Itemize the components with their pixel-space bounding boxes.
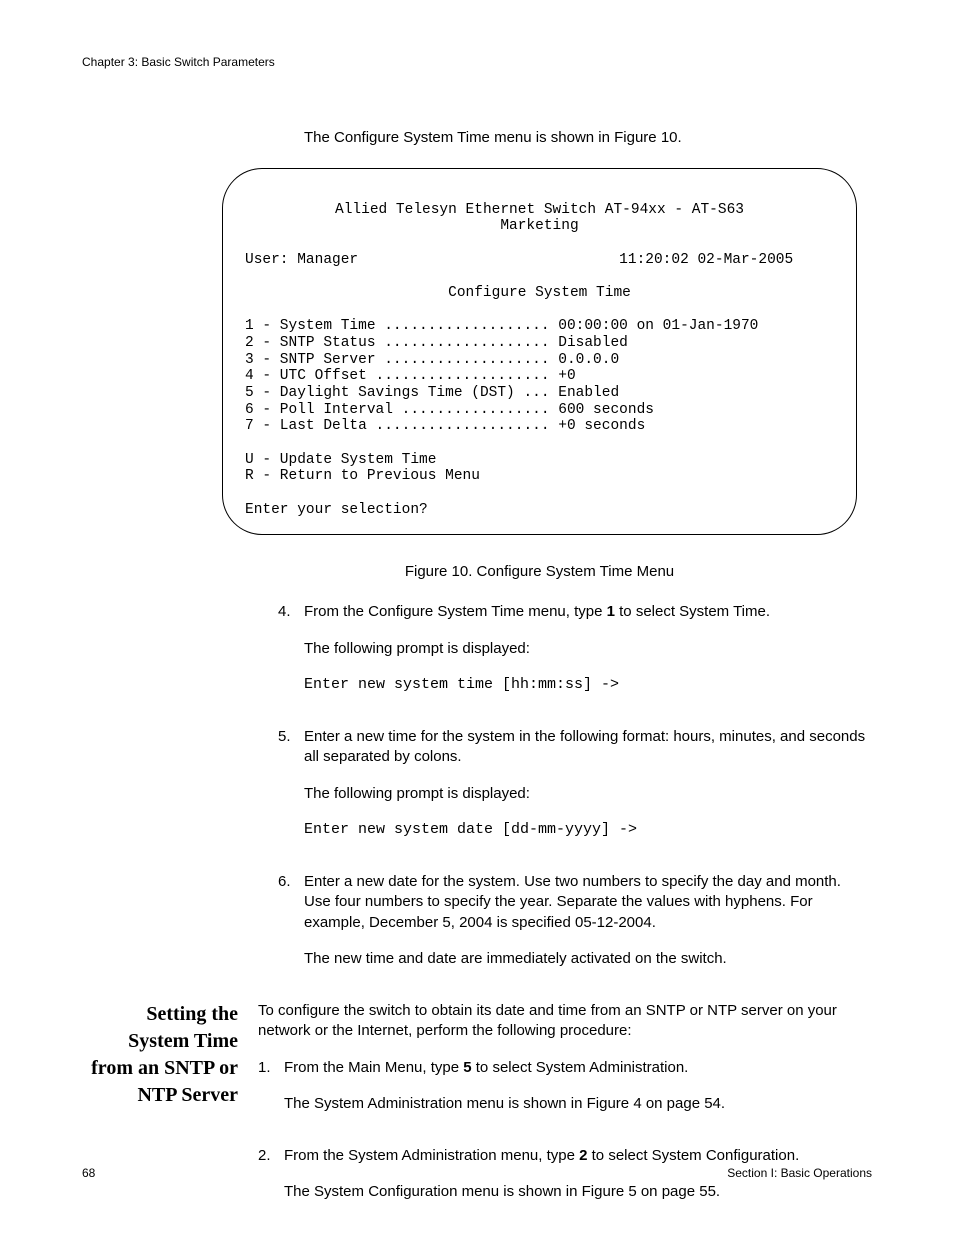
step-text: From the System Administration menu, typ… xyxy=(284,1146,872,1166)
terminal-title-2: Marketing xyxy=(245,218,834,235)
step-text: The new time and date are immediately ac… xyxy=(304,949,870,969)
terminal-r-option: R - Return to Previous Menu xyxy=(245,468,834,485)
step-text: The System Administration menu is shown … xyxy=(284,1094,872,1114)
step-number: 5. xyxy=(278,727,304,856)
step-text: The following prompt is displayed: xyxy=(304,784,870,804)
side-intro: To configure the switch to obtain its da… xyxy=(258,1001,872,1042)
step-mono: Enter new system date [dd-mm-yyyy] -> xyxy=(304,820,870,840)
step-text: Enter a new date for the system. Use two… xyxy=(304,872,870,933)
page-number: 68 xyxy=(82,1166,95,1180)
terminal-screen: Allied Telesyn Ethernet Switch AT-94xx -… xyxy=(222,168,857,535)
figure-caption: Figure 10. Configure System Time Menu xyxy=(222,563,857,580)
step-mono: Enter new system time [hh:mm:ss] -> xyxy=(304,675,870,695)
terminal-item: 2 - SNTP Status ................... Disa… xyxy=(245,335,834,352)
step-text: The following prompt is displayed: xyxy=(304,639,870,659)
step-text: Enter a new time for the system in the f… xyxy=(304,727,870,768)
document-page: Chapter 3: Basic Switch Parameters The C… xyxy=(0,0,954,1235)
step-4: 4. From the Configure System Time menu, … xyxy=(278,602,870,711)
terminal-item: 7 - Last Delta .................... +0 s… xyxy=(245,418,834,435)
step-6: 6. Enter a new date for the system. Use … xyxy=(278,872,870,985)
terminal-item: 4 - UTC Offset .................... +0 xyxy=(245,368,834,385)
terminal-title-1: Allied Telesyn Ethernet Switch AT-94xx -… xyxy=(245,202,834,219)
chapter-header: Chapter 3: Basic Switch Parameters xyxy=(82,55,872,69)
step-number: 6. xyxy=(278,872,304,985)
terminal-prompt: Enter your selection? xyxy=(245,502,834,519)
server-step-1: 1. From the Main Menu, type 5 to select … xyxy=(258,1058,872,1131)
terminal-item: 6 - Poll Interval ................. 600 … xyxy=(245,402,834,419)
terminal-item: 3 - SNTP Server ................... 0.0.… xyxy=(245,352,834,369)
intro-text: The Configure System Time menu is shown … xyxy=(304,129,872,146)
terminal-menu-title: Configure System Time xyxy=(245,285,834,302)
step-text: The System Configuration menu is shown i… xyxy=(284,1182,872,1202)
side-section: Setting the System Time from an SNTP or … xyxy=(82,1001,872,1235)
terminal-item: 5 - Daylight Savings Time (DST) ... Enab… xyxy=(245,385,834,402)
section-label: Section I: Basic Operations xyxy=(727,1166,872,1180)
page-footer: 68 Section I: Basic Operations xyxy=(82,1166,872,1180)
step-number: 4. xyxy=(278,602,304,711)
side-heading: Setting the System Time from an SNTP or … xyxy=(82,1001,258,1235)
terminal-u-option: U - Update System Time xyxy=(245,452,834,469)
step-number: 1. xyxy=(258,1058,284,1131)
server-step-2: 2. From the System Administration menu, … xyxy=(258,1146,872,1219)
step-text: From the Main Menu, type 5 to select Sys… xyxy=(284,1058,872,1078)
step-list-upper: 4. From the Configure System Time menu, … xyxy=(278,602,870,985)
step-5: 5. Enter a new time for the system in th… xyxy=(278,727,870,856)
step-number: 2. xyxy=(258,1146,284,1219)
terminal-item: 1 - System Time ................... 00:0… xyxy=(245,318,834,335)
terminal-user-line: User: Manager 11:20:02 02-Mar-2005 xyxy=(245,252,834,269)
step-text: From the Configure System Time menu, typ… xyxy=(304,602,870,622)
